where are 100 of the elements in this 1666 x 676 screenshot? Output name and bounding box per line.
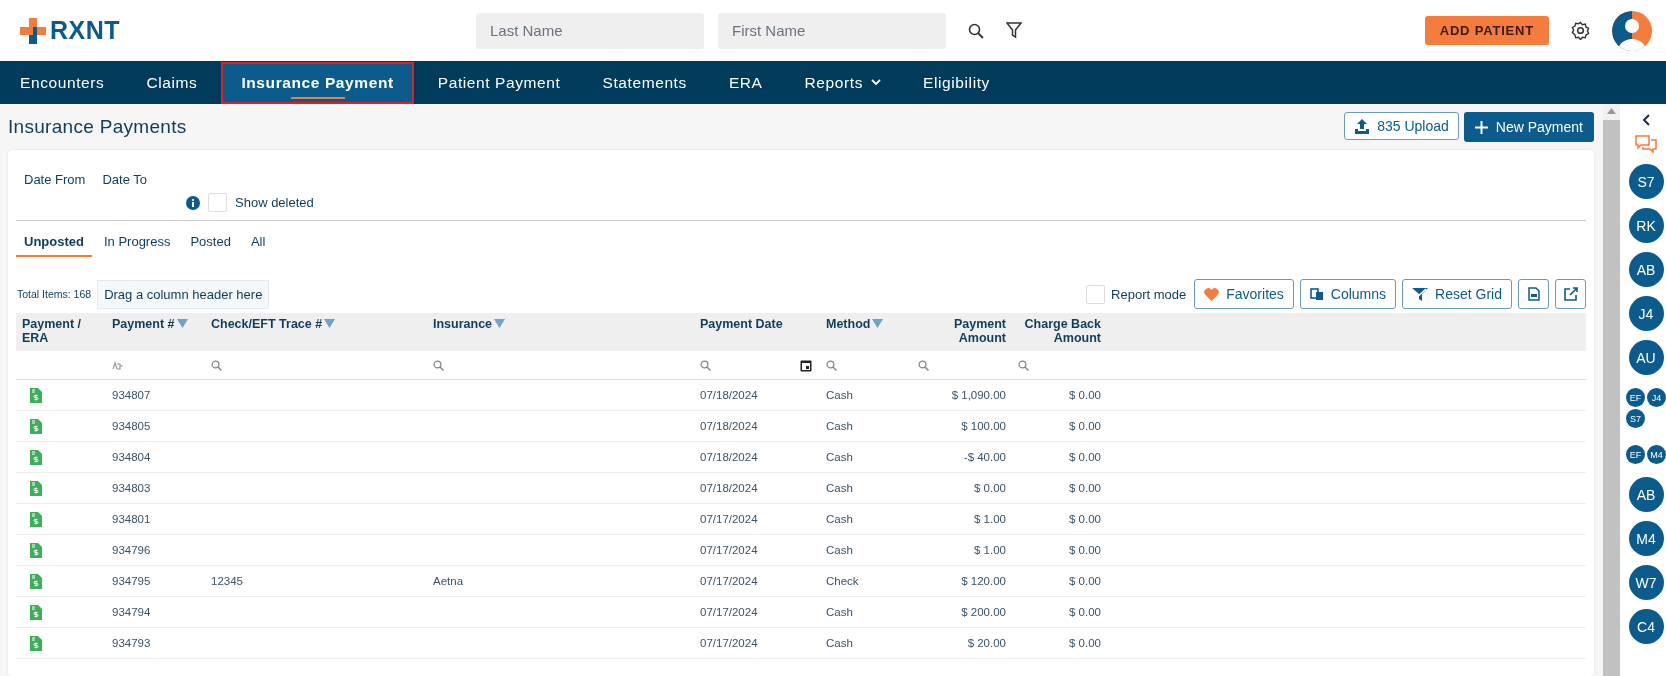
nav-tab[interactable]: Insurance Payment [221, 61, 414, 104]
columns-button[interactable]: Columns [1299, 279, 1397, 309]
table-cell: $ 1.00 [974, 544, 1006, 556]
export-button[interactable] [1555, 279, 1586, 309]
table-cell: Cash [826, 544, 853, 556]
scroll-up-icon[interactable] [1607, 108, 1616, 114]
nav-tab[interactable]: Eligibility [905, 61, 1008, 104]
table-cell: 934807 [112, 389, 151, 401]
payment-document-icon[interactable] [30, 573, 42, 589]
favorites-button[interactable]: Favorites [1194, 279, 1294, 309]
calendar-icon[interactable] [800, 358, 812, 372]
nav-tab[interactable]: Reports [786, 61, 900, 104]
column-header[interactable]: Insurance [433, 317, 506, 331]
settings-icon[interactable] [1571, 21, 1590, 40]
table-cell: 934803 [112, 482, 151, 494]
column-header[interactable]: Payment / ERA [22, 317, 100, 345]
total-items: Total Items: 168 [17, 288, 92, 300]
table-cell: $ 1.00 [974, 513, 1006, 525]
table-cell: 07/17/2024 [700, 544, 758, 556]
user-avatar[interactable]: RK [1628, 208, 1664, 243]
table-cell: Aetna [433, 575, 464, 587]
user-avatar[interactable]: J4 [1647, 388, 1666, 407]
user-avatar[interactable]: EF [1626, 388, 1645, 407]
scrollbar[interactable] [1603, 104, 1620, 676]
status-tab[interactable]: Posted [182, 231, 239, 257]
column-header[interactable]: Payment Date [700, 317, 783, 331]
table-cell: $ 120.00 [961, 575, 1006, 587]
last-name-field[interactable]: Last Name [476, 12, 704, 49]
table-cell: Cash [826, 420, 853, 432]
plus-icon [1474, 120, 1488, 134]
logo-text: RXNT [50, 16, 121, 45]
pdf-export-button[interactable] [1518, 279, 1549, 309]
payment-document-icon[interactable] [30, 480, 42, 496]
group-drop-area[interactable]: Drag a column header here [97, 279, 270, 309]
payment-document-icon[interactable] [30, 449, 42, 465]
search-icon[interactable] [968, 22, 984, 39]
table-cell: Cash [826, 482, 853, 494]
payment-document-icon[interactable] [30, 387, 42, 403]
table-cell: $ 0.00 [1069, 420, 1101, 432]
column-header[interactable]: Payment Amount [918, 317, 1006, 345]
nav-tab[interactable]: Encounters [2, 61, 123, 104]
payment-document-icon[interactable] [30, 511, 42, 527]
info-icon[interactable] [186, 195, 200, 210]
user-avatar[interactable]: AU [1628, 340, 1664, 375]
user-avatar[interactable]: EF [1626, 445, 1645, 464]
column-header[interactable]: Payment # [112, 317, 188, 331]
status-tab[interactable]: All [242, 231, 274, 257]
payment-document-icon[interactable] [30, 418, 42, 434]
table-cell: $ 0.00 [974, 482, 1006, 494]
table-cell: 07/17/2024 [700, 606, 758, 618]
table-cell: 07/18/2024 [700, 420, 758, 432]
user-avatar[interactable]: AB [1628, 252, 1664, 287]
user-avatar[interactable]: M4 [1647, 445, 1666, 464]
show-deleted-label: Show deleted [235, 195, 314, 210]
table-cell: Check [826, 575, 859, 587]
payment-document-icon[interactable] [30, 542, 42, 558]
status-tab[interactable]: Unposted [16, 231, 92, 257]
first-name-field[interactable]: First Name [718, 12, 946, 49]
table-cell: 934796 [112, 544, 151, 556]
column-header[interactable]: Method [826, 317, 884, 331]
report-mode-checkbox[interactable] [1086, 284, 1106, 304]
upload-button[interactable]: 835 Upload [1344, 112, 1459, 140]
collapse-icon[interactable] [1642, 114, 1650, 126]
user-avatar-icon[interactable] [1612, 10, 1652, 51]
status-tab[interactable]: In Progress [95, 231, 179, 257]
caret-icon [871, 79, 882, 86]
user-avatar[interactable]: C4 [1628, 609, 1664, 644]
table-cell: $ 0.00 [1069, 451, 1101, 463]
user-avatar[interactable]: W7 [1628, 565, 1664, 600]
nav-tab[interactable]: ERA [710, 61, 781, 104]
table-cell: $ 0.00 [1069, 544, 1101, 556]
filter-icon[interactable] [1006, 22, 1022, 39]
table-cell: Cash [826, 389, 853, 401]
add-patient-button[interactable]: ADD PATIENT [1424, 16, 1549, 45]
new-payment-button[interactable]: New Payment [1463, 112, 1594, 142]
show-deleted-checkbox[interactable] [208, 193, 227, 212]
column-header[interactable]: Check/EFT Trace # [211, 317, 336, 331]
export-icon [1563, 287, 1578, 301]
payment-document-icon[interactable] [30, 635, 42, 651]
user-avatar[interactable]: S7 [1628, 164, 1664, 199]
table-cell: 934805 [112, 420, 151, 432]
column-header[interactable]: Charge Back Amount [1018, 317, 1101, 345]
chat-icon[interactable] [1635, 135, 1657, 155]
table-cell: $ 1,090.00 [951, 389, 1006, 401]
nav-tab[interactable]: Claims [128, 61, 216, 104]
user-avatar[interactable]: AB [1628, 477, 1664, 512]
user-avatar[interactable]: S7 [1626, 409, 1645, 428]
payment-document-icon[interactable] [30, 604, 42, 620]
table-cell: 07/17/2024 [700, 637, 758, 649]
user-avatar[interactable]: M4 [1628, 521, 1664, 556]
table-cell: 934795 [112, 575, 151, 587]
filter-glyph-icon[interactable] [112, 360, 124, 370]
table-cell: 934794 [112, 606, 151, 618]
date-from-label: Date From [24, 172, 86, 187]
nav-tab[interactable]: Patient Payment [419, 61, 579, 104]
reset-grid-button[interactable]: Reset Grid [1402, 279, 1512, 309]
table-cell: Cash [826, 513, 853, 525]
date-to-label: Date To [102, 172, 147, 187]
nav-tab[interactable]: Statements [584, 61, 705, 104]
user-avatar[interactable]: J4 [1628, 296, 1664, 331]
